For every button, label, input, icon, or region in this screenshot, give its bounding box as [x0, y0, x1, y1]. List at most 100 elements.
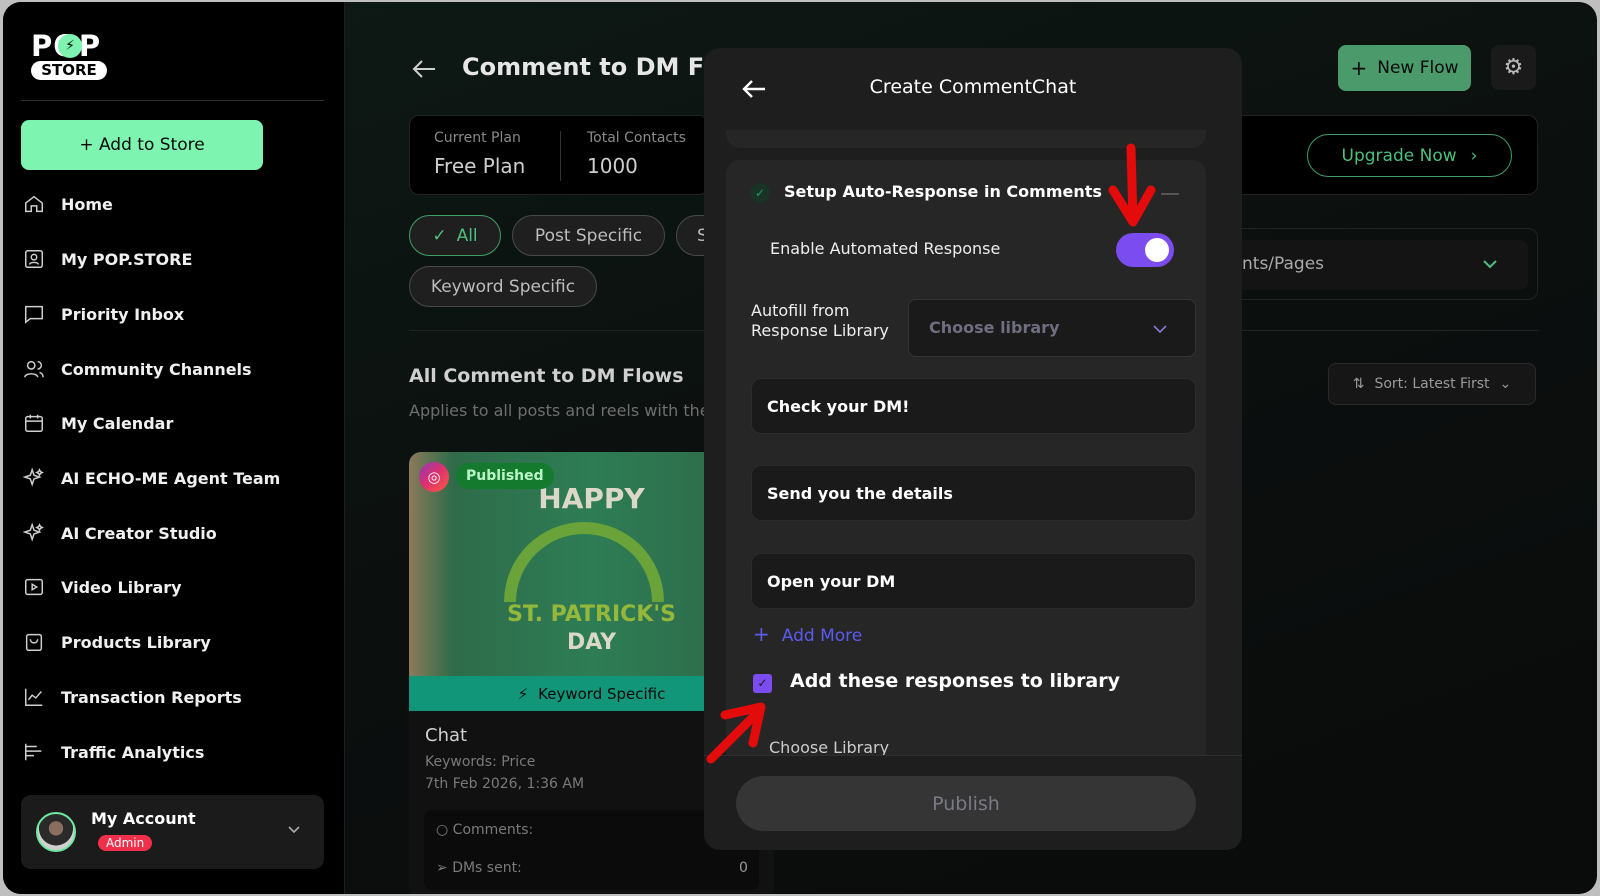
sidebar-item-label: AI Creator Studio — [61, 523, 217, 543]
flow-type-label: Keyword Specific — [538, 684, 666, 703]
response-text: Send you the details — [767, 483, 953, 503]
avatar — [36, 812, 76, 852]
sidebar-item-label: Priority Inbox — [61, 304, 185, 324]
sidebar-item-my-pop-store[interactable]: My POP.STORE — [21, 241, 321, 277]
chevron-down-icon — [1153, 325, 1167, 334]
add-to-store-button[interactable]: + Add to Store — [21, 120, 263, 170]
dms-stat: ➢ DMs sent: — [436, 860, 522, 876]
response-input[interactable]: Open your DM — [751, 553, 1196, 609]
sidebar-item-products-library[interactable]: Products Library — [21, 624, 321, 660]
instagram-icon: ◎ — [419, 462, 449, 492]
filter-keyword-specific[interactable]: Keyword Specific — [409, 266, 597, 307]
publish-label: Publish — [932, 792, 1000, 815]
contacts-label: Total Contacts — [587, 130, 686, 146]
add-to-library-checkbox[interactable]: ✓ — [753, 674, 772, 693]
filter-all[interactable]: ✓ All — [409, 215, 501, 256]
autofill-label-line: Autofill from — [751, 301, 850, 320]
pop-store-logo[interactable]: POP ⚡ STORE — [31, 32, 111, 82]
upgrade-now-button[interactable]: Upgrade Now › — [1307, 134, 1512, 177]
response-input[interactable]: Check your DM! — [751, 378, 1196, 434]
response-text: Check your DM! — [767, 396, 910, 416]
publish-button[interactable]: Publish — [736, 776, 1196, 831]
upgrade-label: Upgrade Now — [1341, 145, 1457, 166]
bolt-icon: ⚡ — [58, 34, 82, 58]
sidebar-item-label: Traffic Analytics — [61, 742, 205, 762]
comments-label: Comments: — [452, 822, 534, 838]
role-badge: Admin — [98, 835, 153, 851]
users-icon — [24, 360, 44, 378]
sidebar-item-priority-inbox[interactable]: Priority Inbox — [21, 296, 321, 332]
settings-gear-icon[interactable]: ⚙ — [1491, 45, 1536, 90]
sidebar-item-label: AI ECHO-ME Agent Team — [61, 468, 281, 488]
bars-icon — [25, 743, 42, 761]
sidebar-item-label: Transaction Reports — [61, 687, 242, 707]
sparkle-icon — [23, 467, 44, 487]
sidebar-item-community-channels[interactable]: Community Channels — [21, 351, 321, 387]
autofill-label-line: Response Library — [751, 321, 889, 340]
add-more-label: Add More — [781, 626, 863, 646]
add-to-library-label: Add these responses to library — [790, 670, 1121, 692]
status-badge: Published — [456, 463, 554, 489]
enable-toggle[interactable] — [1116, 233, 1174, 267]
filter-label: Post Specific — [534, 225, 643, 246]
plan-card: Current Plan Free Plan Total Contacts 10… — [409, 115, 709, 195]
accounts-dropdown-value: nts/Pages — [1242, 254, 1325, 274]
sidebar-item-label: Home — [61, 194, 113, 214]
home-icon — [25, 195, 43, 213]
add-more-button[interactable]: + Add More — [753, 622, 862, 646]
new-flow-label: New Flow — [1377, 58, 1459, 78]
accounts-filter-card: nts/Pages — [1203, 228, 1538, 300]
filter-label: All — [456, 225, 478, 246]
accounts-dropdown[interactable]: nts/Pages — [1212, 240, 1528, 290]
collapse-icon[interactable] — [1161, 193, 1179, 195]
plan-value: Free Plan — [434, 154, 526, 178]
chevron-down-icon: ⌄ — [1499, 376, 1512, 392]
filter-post-specific[interactable]: Post Specific — [512, 215, 665, 256]
new-flow-button[interactable]: + New Flow — [1338, 45, 1471, 91]
sidebar-item-label: My POP.STORE — [61, 249, 193, 269]
plan-divider — [560, 131, 561, 181]
section-title: All Comment to DM Flows — [409, 365, 684, 387]
comments-stat: ○ Comments: — [436, 822, 533, 838]
enable-label: Enable Automated Response — [770, 239, 1001, 258]
plus-icon: + — [1350, 56, 1368, 80]
section-title: Setup Auto-Response in Comments — [784, 182, 1102, 201]
sidebar-item-transaction-reports[interactable]: Transaction Reports — [21, 679, 321, 715]
response-input[interactable]: Send you the details — [751, 465, 1196, 521]
sort-dropdown[interactable]: ⇅ Sort: Latest First ⌄ — [1328, 363, 1536, 405]
choose-library-label: Choose Library — [769, 738, 890, 755]
calendar-icon — [25, 414, 43, 432]
contacts-value: 1000 — [587, 154, 638, 178]
sidebar-divider — [21, 100, 324, 101]
comment-icon: ○ — [436, 822, 453, 838]
modal-title: Create CommentChat — [869, 76, 1077, 98]
sidebar-item-label: My Calendar — [61, 413, 174, 433]
sidebar-item-home[interactable]: Home — [21, 186, 321, 222]
chart-icon — [25, 688, 43, 706]
sidebar-item-my-calendar[interactable]: My Calendar — [21, 405, 321, 441]
account-menu[interactable]: My Account Admin — [21, 795, 324, 869]
check-icon: ✓ — [432, 225, 447, 246]
back-arrow-icon[interactable] — [411, 58, 437, 80]
library-select[interactable]: Choose library — [908, 299, 1196, 357]
profile-icon — [25, 250, 43, 268]
response-text: Open your DM — [767, 571, 896, 591]
section-subtitle: Applies to all posts and reels with the — [409, 401, 710, 420]
sidebar-item-ai-echo-me[interactable]: AI ECHO-ME Agent Team — [21, 460, 321, 496]
sidebar-item-ai-creator-studio[interactable]: AI Creator Studio — [21, 515, 321, 551]
plus-icon: + — [753, 622, 770, 646]
library-placeholder: Choose library — [929, 318, 1060, 337]
message-icon — [25, 305, 43, 324]
sparkle-icon — [23, 522, 44, 542]
sort-icon: ⇅ — [1352, 376, 1365, 392]
bolt-icon: ⚡ — [517, 684, 529, 703]
rainbow-graphic — [504, 522, 664, 602]
filter-label: Keyword Specific — [430, 276, 576, 297]
annotation-arrow-down-icon — [1108, 143, 1156, 227]
sidebar-item-traffic-analytics[interactable]: Traffic Analytics — [21, 734, 321, 770]
account-name: My Account — [91, 809, 196, 828]
sort-label: Sort: Latest First — [1374, 376, 1490, 392]
sidebar-item-video-library[interactable]: Video Library — [21, 569, 321, 605]
send-icon: ➢ — [436, 860, 453, 876]
sidebar-item-label: Video Library — [61, 577, 182, 597]
